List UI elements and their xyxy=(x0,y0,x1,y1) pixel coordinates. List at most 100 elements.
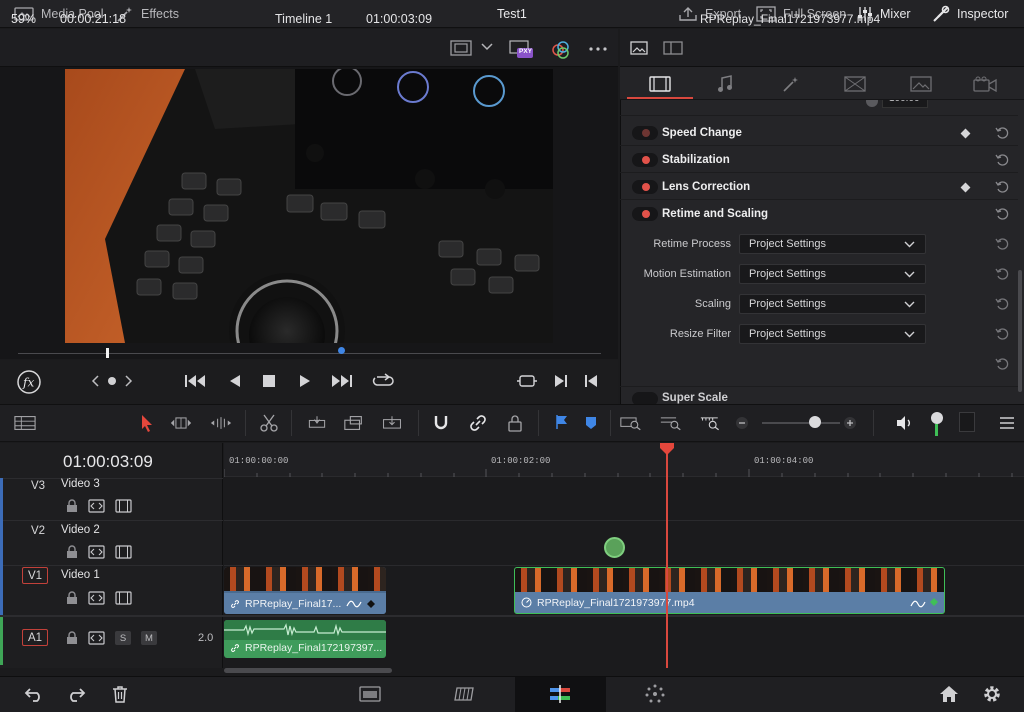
flag-button[interactable] xyxy=(551,412,573,434)
page-color[interactable] xyxy=(643,682,667,706)
reset-icon[interactable] xyxy=(995,327,1009,341)
opacity-slider-knob[interactable] xyxy=(866,100,878,107)
home-button[interactable] xyxy=(937,682,961,706)
lock-icon[interactable] xyxy=(66,499,78,513)
proxy-button[interactable]: PXY xyxy=(509,40,533,58)
inspector-button[interactable]: Inspector xyxy=(932,0,1008,28)
go-to-start-button[interactable] xyxy=(184,370,206,392)
track-name-v2[interactable]: Video 2 xyxy=(61,524,100,536)
replace-clip-button[interactable] xyxy=(381,412,403,434)
match-frame-button[interactable] xyxy=(516,370,538,392)
play-button[interactable] xyxy=(294,370,316,392)
insert-clip-button[interactable] xyxy=(306,412,328,434)
lock-icon[interactable] xyxy=(66,545,78,559)
lens-correction-toggle[interactable] xyxy=(632,180,658,194)
section-lens-correction[interactable]: Lens Correction xyxy=(620,174,1018,200)
timeline-menu-button[interactable] xyxy=(996,412,1018,434)
redo-button[interactable] xyxy=(64,682,88,706)
speed-change-toggle[interactable] xyxy=(632,126,658,140)
track-id-v1[interactable]: V1 xyxy=(22,567,48,584)
auto-select-icon[interactable] xyxy=(88,591,105,605)
page-edit[interactable] xyxy=(548,682,572,706)
scrubber-playhead[interactable] xyxy=(106,348,109,358)
zoom-level[interactable]: 59% xyxy=(11,0,36,38)
next-clip-button[interactable] xyxy=(118,370,140,392)
tab-audio[interactable] xyxy=(692,67,758,100)
go-to-end-button[interactable] xyxy=(331,370,353,392)
lock-icon[interactable] xyxy=(66,631,78,645)
mark-out-button[interactable] xyxy=(580,370,602,392)
zoom-detail-button[interactable] xyxy=(660,412,682,434)
clip-thumbnail-toggle[interactable] xyxy=(630,41,648,55)
mark-in-button[interactable] xyxy=(550,370,572,392)
selection-tool[interactable] xyxy=(136,412,158,434)
section-super-scale[interactable]: Super Scale xyxy=(620,386,1018,404)
playhead-line[interactable] xyxy=(666,450,668,668)
reset-icon[interactable] xyxy=(995,357,1009,371)
video-clip-a[interactable]: RPReplay_Final17... xyxy=(224,567,386,614)
zoom-in-button[interactable] xyxy=(839,412,861,434)
tab-transition[interactable] xyxy=(822,67,888,100)
linked-selection-toggle[interactable] xyxy=(467,412,489,434)
section-speed-change[interactable]: Speed Change xyxy=(620,120,1018,146)
zoom-slider-knob[interactable] xyxy=(809,416,821,428)
blade-tool[interactable] xyxy=(258,412,280,434)
timeline-view-options-button[interactable] xyxy=(14,412,36,434)
overwrite-clip-button[interactable] xyxy=(343,412,365,434)
fx-button[interactable]: fx xyxy=(16,369,42,395)
reset-icon[interactable] xyxy=(995,297,1009,311)
viewer-size-button[interactable] xyxy=(450,40,472,56)
retime-process-dropdown[interactable]: Project Settings xyxy=(739,234,926,254)
tab-file[interactable] xyxy=(952,67,1018,100)
track-id-v2[interactable]: V2 xyxy=(25,522,51,539)
track-name-v3[interactable]: Video 3 xyxy=(61,478,100,490)
split-view-toggle[interactable] xyxy=(663,41,683,55)
reset-icon[interactable] xyxy=(995,126,1009,140)
timeline-name[interactable]: Timeline 1 xyxy=(275,0,332,38)
timeline-timecode[interactable]: 01:00:03:09 xyxy=(63,452,153,472)
delete-button[interactable] xyxy=(108,682,132,706)
settings-button[interactable] xyxy=(980,682,1004,706)
page-media[interactable] xyxy=(358,682,382,706)
volume-knob[interactable] xyxy=(931,412,943,424)
audio-level-button[interactable] xyxy=(893,412,915,434)
film-strip-icon[interactable] xyxy=(115,591,132,605)
lock-icon[interactable] xyxy=(66,591,78,605)
zoom-out-button[interactable] xyxy=(731,412,753,434)
track-id-a1[interactable]: A1 xyxy=(22,629,48,646)
retime-scaling-toggle[interactable] xyxy=(632,207,658,221)
zoom-slider-track[interactable] xyxy=(762,422,840,424)
video-clip-b[interactable]: RPReplay_Final1721973977.mp4 xyxy=(514,567,945,614)
auto-select-icon[interactable] xyxy=(88,499,105,513)
reset-icon[interactable] xyxy=(995,207,1009,221)
reset-icon[interactable] xyxy=(995,237,1009,251)
viewer-scrubber[interactable] xyxy=(0,345,618,359)
track-name-v1[interactable]: Video 1 xyxy=(61,569,100,581)
section-retime-scaling[interactable]: Retime and Scaling xyxy=(620,201,1018,227)
zoom-custom-button[interactable] xyxy=(700,412,722,434)
zoom-full-extent-button[interactable] xyxy=(620,412,642,434)
reset-icon[interactable] xyxy=(995,180,1009,194)
film-strip-icon[interactable] xyxy=(115,499,132,513)
auto-select-icon[interactable] xyxy=(88,545,105,559)
stop-button[interactable] xyxy=(258,370,280,392)
solo-button[interactable]: S xyxy=(115,631,131,645)
timeline-scrollbar[interactable] xyxy=(224,668,392,673)
viewer-more-button[interactable] xyxy=(589,47,607,51)
tab-image[interactable] xyxy=(888,67,954,100)
snapping-toggle[interactable] xyxy=(430,412,452,434)
playhead-handle[interactable] xyxy=(660,443,674,455)
play-reverse-button[interactable] xyxy=(224,370,246,392)
super-scale-toggle[interactable] xyxy=(632,392,658,404)
scaling-dropdown[interactable]: Project Settings xyxy=(739,294,926,314)
tab-effects[interactable] xyxy=(758,67,824,100)
trim-tool[interactable] xyxy=(170,412,192,434)
keyframe-diamond-icon[interactable] xyxy=(960,128,971,139)
mute-button[interactable]: M xyxy=(141,631,157,645)
color-wheel-button[interactable] xyxy=(551,40,571,60)
resize-filter-dropdown[interactable]: Project Settings xyxy=(739,324,926,344)
undo-button[interactable] xyxy=(22,682,46,706)
viewer-options-dropdown[interactable] xyxy=(481,43,493,51)
audio-clip[interactable]: RPReplay_Final172197397... xyxy=(224,620,386,658)
reset-icon[interactable] xyxy=(995,267,1009,281)
